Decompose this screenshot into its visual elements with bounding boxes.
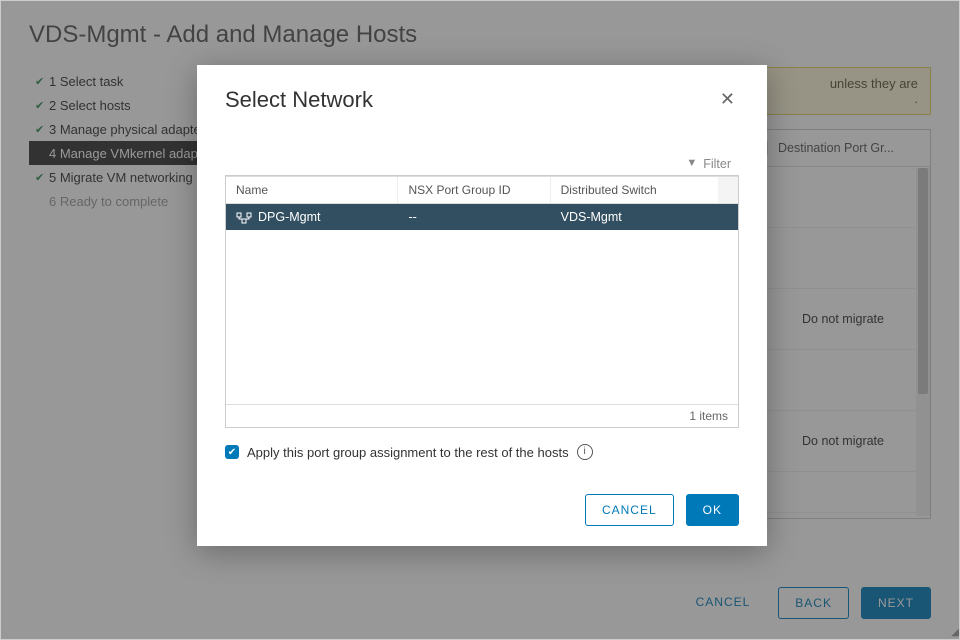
cell-nsx: -- <box>398 204 550 230</box>
close-icon[interactable]: ✕ <box>716 87 739 112</box>
table-row[interactable]: DPG-Mgmt -- VDS-Mgmt <box>226 204 738 230</box>
network-grid: Name NSX Port Group ID Distributed Switc… <box>225 175 739 428</box>
cell-ds: VDS-Mgmt <box>551 204 718 230</box>
select-network-modal: Select Network ✕ ▼ Filter Name NSX Port … <box>197 65 767 546</box>
column-distributed-switch[interactable]: Distributed Switch <box>551 177 718 203</box>
column-name[interactable]: Name <box>226 177 398 203</box>
apply-label: Apply this port group assignment to the … <box>247 445 569 460</box>
grid-filter[interactable]: ▼ Filter <box>225 153 739 175</box>
column-nsx-port-group-id[interactable]: NSX Port Group ID <box>398 177 550 203</box>
port-group-icon <box>236 212 250 222</box>
filter-label: Filter <box>703 157 731 171</box>
modal-title: Select Network <box>225 87 373 113</box>
cell-name: DPG-Mgmt <box>258 210 321 224</box>
modal-cancel-button[interactable]: CANCEL <box>585 494 674 526</box>
modal-ok-button[interactable]: OK <box>686 494 739 526</box>
info-icon[interactable]: i <box>577 444 593 460</box>
apply-checkbox[interactable]: ✔ <box>225 445 239 459</box>
grid-footer: 1 items <box>226 404 738 427</box>
filter-icon: ▼ <box>686 157 697 171</box>
